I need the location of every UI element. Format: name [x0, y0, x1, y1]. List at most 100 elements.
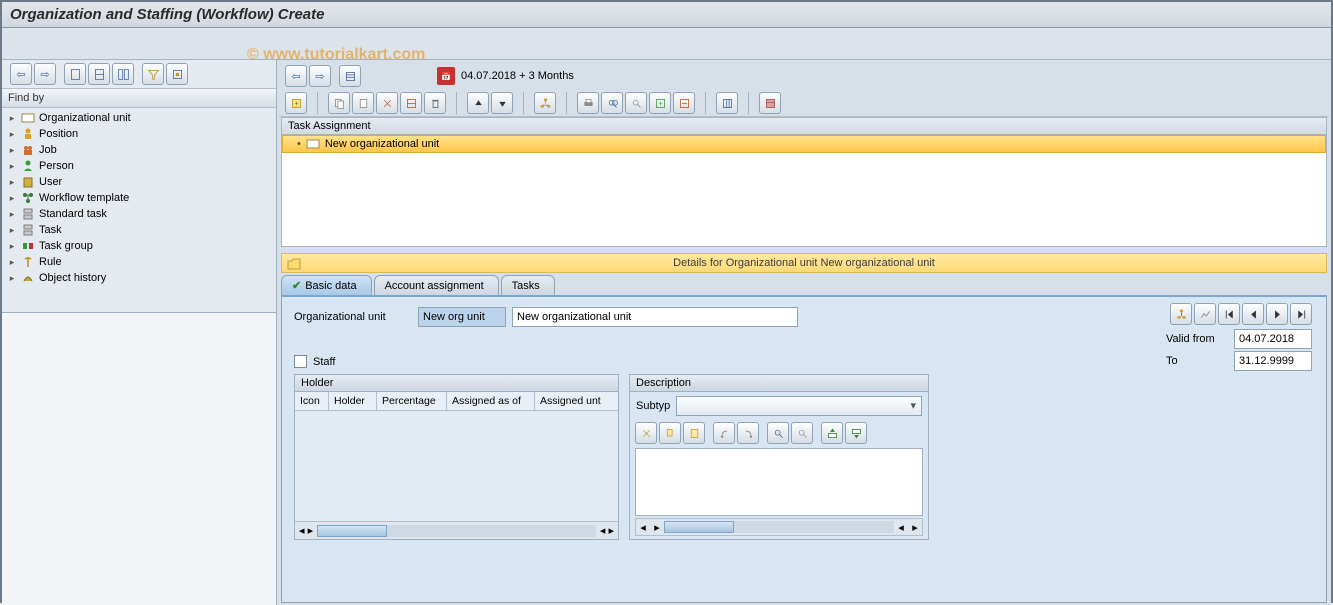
- tree-label: Organizational unit: [39, 112, 131, 124]
- columns-button[interactable]: [716, 92, 738, 114]
- expand-icon: ▸: [7, 193, 17, 204]
- org-unit-long-input[interactable]: [512, 307, 798, 327]
- to-label: To: [1166, 355, 1228, 367]
- expand-icon: ▸: [7, 241, 17, 252]
- tree-item-position[interactable]: ▸Position: [4, 126, 274, 142]
- task-group-icon: [21, 239, 35, 253]
- last-record-button[interactable]: [1290, 303, 1312, 325]
- tree-label: Task: [39, 224, 62, 236]
- doc2-button[interactable]: [88, 63, 110, 85]
- scroll-thumb[interactable]: [664, 521, 734, 533]
- find-button[interactable]: [601, 92, 623, 114]
- next-record-button[interactable]: [1266, 303, 1288, 325]
- expand-all-button[interactable]: +: [649, 92, 671, 114]
- scroll-left2-icon[interactable]: ◂: [894, 521, 908, 534]
- undo-button[interactable]: [713, 422, 735, 444]
- load-button[interactable]: [821, 422, 843, 444]
- description-header: Description: [630, 375, 928, 392]
- tree-item-history[interactable]: ▸Object history: [4, 270, 274, 286]
- tree-item-task[interactable]: ▸Task: [4, 222, 274, 238]
- expand-icon: ▸: [7, 129, 17, 140]
- forward-button[interactable]: [34, 63, 56, 85]
- tree-item-rule[interactable]: ▸Rule: [4, 254, 274, 270]
- find-next-button[interactable]: [625, 92, 647, 114]
- cut-button[interactable]: [376, 92, 398, 114]
- assign-button[interactable]: [400, 92, 422, 114]
- tab-basic-data[interactable]: ✔Basic data: [281, 275, 372, 295]
- org-unit-icon: [21, 111, 35, 125]
- tree-item-org-unit[interactable]: ▸Organizational unit: [4, 110, 274, 126]
- valid-from-label: Valid from: [1166, 333, 1228, 345]
- move-up-button[interactable]: [467, 92, 489, 114]
- copy-text-button[interactable]: [659, 422, 681, 444]
- scroll-right2-icon[interactable]: ▸: [908, 521, 922, 534]
- list-button[interactable]: [339, 65, 361, 87]
- paste-button[interactable]: [352, 92, 374, 114]
- description-scrollbar[interactable]: ◂ ▸ ◂ ▸: [635, 518, 923, 536]
- doc1-button[interactable]: [64, 63, 86, 85]
- scroll-thumb[interactable]: [317, 525, 387, 537]
- description-textarea[interactable]: [635, 448, 923, 516]
- expand-icon: ▸: [7, 177, 17, 188]
- graph-nav-button[interactable]: [1194, 303, 1216, 325]
- tree-item-task-group[interactable]: ▸Task group: [4, 238, 274, 254]
- scroll-right-icon[interactable]: ▸: [650, 521, 664, 534]
- expand-icon: ▸: [7, 209, 17, 220]
- save-text-button[interactable]: [845, 422, 867, 444]
- layout-button[interactable]: [759, 92, 781, 114]
- task-row-selected[interactable]: • New organizational unit: [282, 135, 1326, 153]
- tree-label: Job: [39, 144, 57, 156]
- redo-button[interactable]: [737, 422, 759, 444]
- col-percentage[interactable]: Percentage: [377, 392, 447, 410]
- task-icon: [21, 223, 35, 237]
- tree-item-workflow[interactable]: ▸Workflow template: [4, 190, 274, 206]
- col-holder[interactable]: Holder: [329, 392, 377, 410]
- scroll-left-icon[interactable]: ◂: [636, 521, 650, 534]
- hierarchy-button[interactable]: [534, 92, 556, 114]
- move-down-button[interactable]: [491, 92, 513, 114]
- filter-button[interactable]: [142, 63, 164, 85]
- tree-item-user[interactable]: ▸ User: [4, 174, 274, 190]
- settings-button[interactable]: [166, 63, 188, 85]
- print-button[interactable]: [577, 92, 599, 114]
- back-button[interactable]: [285, 65, 307, 87]
- tree-item-std-task[interactable]: ▸Standard task: [4, 206, 274, 222]
- col-assigned-as-of[interactable]: Assigned as of: [447, 392, 535, 410]
- col-assigned-until[interactable]: Assigned unt: [535, 392, 618, 410]
- cut-text-button[interactable]: [635, 422, 657, 444]
- subtyp-dropdown[interactable]: [676, 396, 922, 416]
- paste-text-button[interactable]: [683, 422, 705, 444]
- delete-button[interactable]: [424, 92, 446, 114]
- job-icon: [21, 143, 35, 157]
- history-icon: [21, 271, 35, 285]
- first-record-button[interactable]: [1218, 303, 1240, 325]
- forward-button[interactable]: [309, 65, 331, 87]
- tab-account-assignment[interactable]: Account assignment: [374, 275, 499, 295]
- scroll-right-icon[interactable]: ◂ ▸: [600, 524, 614, 537]
- collapse-all-button[interactable]: [673, 92, 695, 114]
- copy-button[interactable]: [328, 92, 350, 114]
- hierarchy-nav-button[interactable]: [1170, 303, 1192, 325]
- org-unit-short-input[interactable]: [418, 307, 506, 327]
- create-button[interactable]: +: [285, 92, 307, 114]
- tree-item-person[interactable]: ▸Person: [4, 158, 274, 174]
- svg-text:+: +: [658, 98, 662, 107]
- to-input[interactable]: [1234, 351, 1312, 371]
- col-icon[interactable]: Icon: [295, 392, 329, 410]
- date-range[interactable]: 📅 04.07.2018 + 3 Months: [437, 67, 574, 85]
- holder-scrollbar[interactable]: ◂ ▸ ◂ ▸: [295, 521, 618, 539]
- back-button[interactable]: [10, 63, 32, 85]
- prev-record-button[interactable]: [1242, 303, 1264, 325]
- calendar-icon: 📅: [437, 67, 455, 85]
- tree-label: User: [39, 176, 62, 188]
- tab-label: Tasks: [512, 280, 540, 292]
- staff-checkbox[interactable]: [294, 355, 307, 368]
- tree-item-job[interactable]: ▸Job: [4, 142, 274, 158]
- details-bar: Details for Organizational unit New orga…: [281, 253, 1327, 273]
- tab-tasks[interactable]: Tasks: [501, 275, 555, 295]
- find-text-button[interactable]: [767, 422, 789, 444]
- doc3-button[interactable]: [112, 63, 134, 85]
- scroll-left-icon[interactable]: ◂ ▸: [299, 524, 313, 537]
- valid-from-input[interactable]: [1234, 329, 1312, 349]
- find-next-text-button[interactable]: [791, 422, 813, 444]
